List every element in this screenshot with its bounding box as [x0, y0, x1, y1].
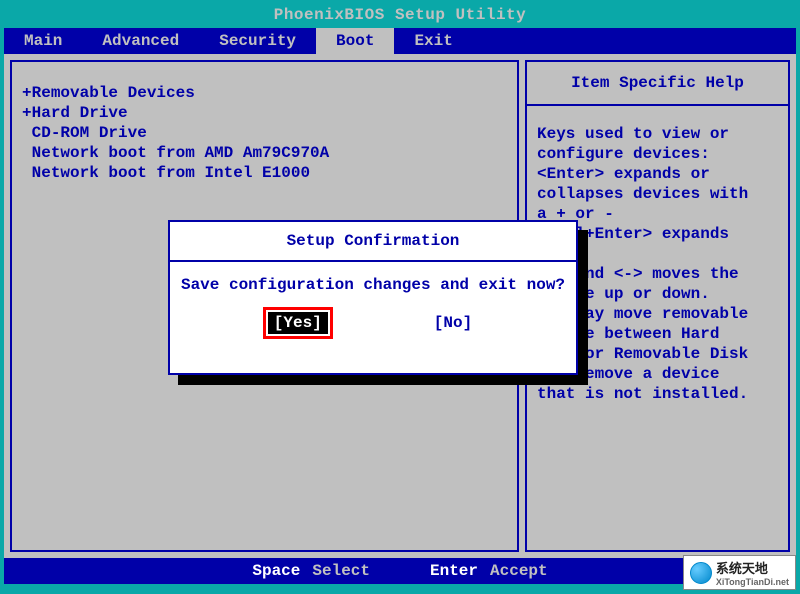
bottom-bar: Space Select Enter Accept: [4, 558, 796, 584]
watermark: 系统天地 XiTongTianDi.net: [683, 555, 796, 590]
help-line: configure devices:: [537, 145, 778, 163]
help-line: Keys used to view or: [537, 125, 778, 143]
dialog-yes-button[interactable]: Yes: [268, 312, 328, 334]
dialog-buttons: Yes No: [170, 304, 576, 344]
boot-item-net-intel[interactable]: Network boot from Intel E1000: [22, 164, 507, 182]
key-enter: Enter: [430, 558, 478, 584]
menu-main[interactable]: Main: [4, 28, 82, 54]
menu-advanced[interactable]: Advanced: [82, 28, 199, 54]
boot-item-harddrive[interactable]: Hard Drive: [22, 104, 507, 122]
bottom-bar-right: Enter Accept: [430, 558, 548, 584]
menu-exit[interactable]: Exit: [394, 28, 472, 54]
boot-item-cdrom[interactable]: CD-ROM Drive: [22, 124, 507, 142]
dialog-title: Setup Confirmation: [170, 222, 576, 262]
menu-security[interactable]: Security: [199, 28, 316, 54]
label-accept: Accept: [490, 558, 548, 584]
bios-screen: PhoenixBIOS Setup Utility Main Advanced …: [0, 0, 800, 594]
dialog-no-button[interactable]: No: [428, 312, 478, 334]
setup-confirmation-dialog: Setup Confirmation Save configuration ch…: [168, 220, 578, 375]
help-line: collapses devices with: [537, 185, 778, 203]
help-line: <Enter> expands or: [537, 165, 778, 183]
watermark-logo-icon: [690, 562, 712, 584]
key-space: Space: [252, 558, 300, 584]
watermark-url: XiTongTianDi.net: [716, 577, 789, 587]
menu-boot[interactable]: Boot: [316, 28, 394, 54]
boot-item-net-amd[interactable]: Network boot from AMD Am79C970A: [22, 144, 507, 162]
help-line: that is not installed.: [537, 385, 778, 403]
bottom-bar-left: Space Select: [252, 558, 370, 584]
dialog-message: Save configuration changes and exit now?: [170, 262, 576, 304]
label-select: Select: [312, 558, 370, 584]
help-title: Item Specific Help: [527, 62, 788, 106]
menu-bar: Main Advanced Security Boot Exit: [4, 28, 796, 54]
boot-item-removable[interactable]: Removable Devices: [22, 84, 507, 102]
app-title: PhoenixBIOS Setup Utility: [4, 4, 796, 28]
watermark-name: 系统天地: [716, 561, 768, 576]
